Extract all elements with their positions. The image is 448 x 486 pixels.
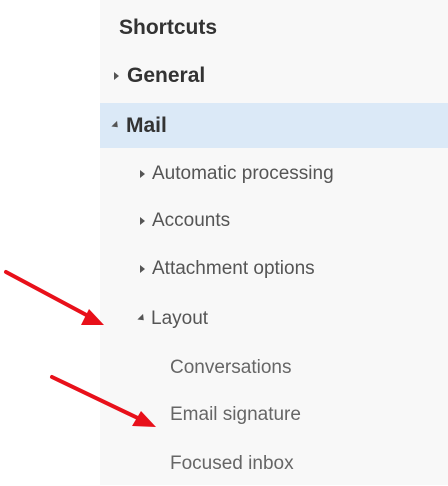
red-arrow-icon bbox=[50, 375, 156, 427]
red-arrow-icon bbox=[4, 270, 104, 325]
annotation-arrows bbox=[4, 270, 156, 427]
